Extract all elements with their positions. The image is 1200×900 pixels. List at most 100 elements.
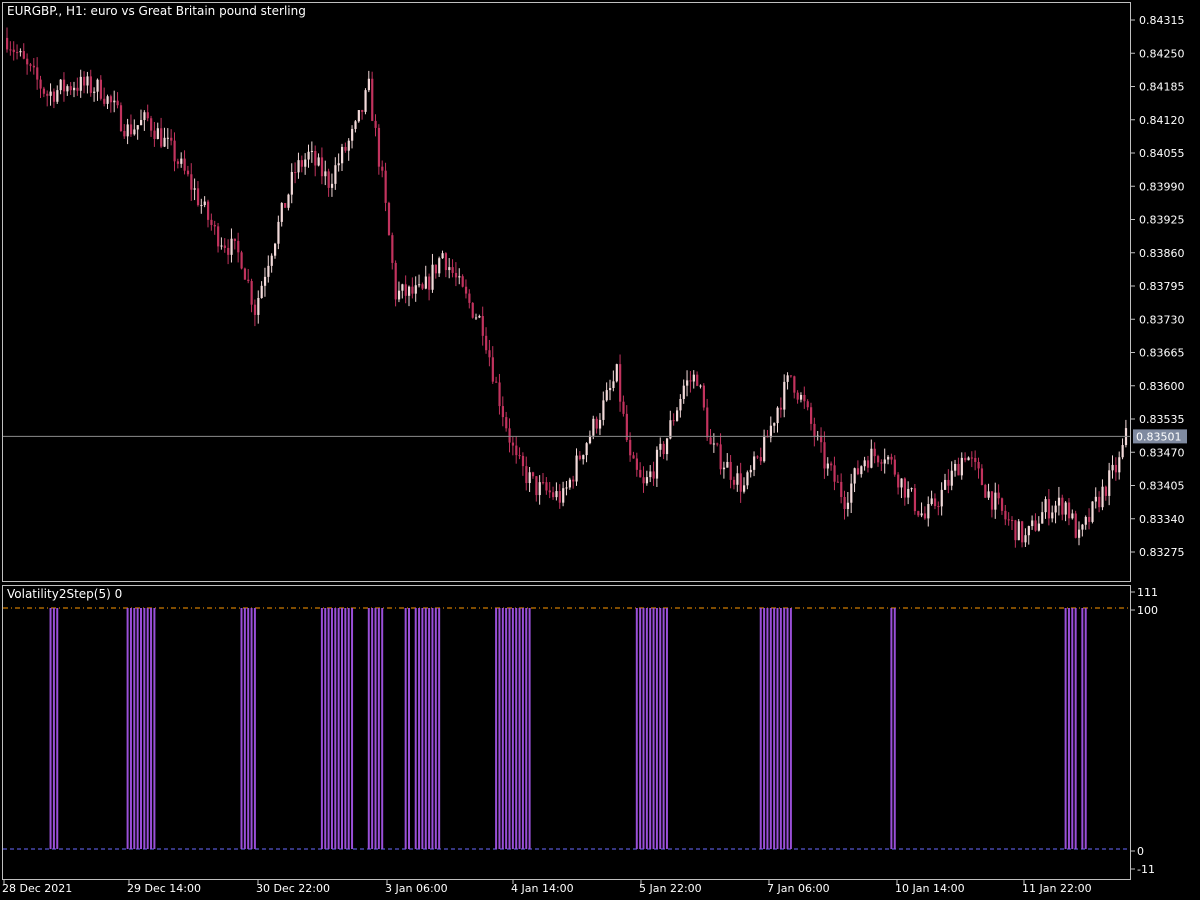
- candle-body: [448, 267, 451, 271]
- candle-body: [1014, 520, 1017, 541]
- candle-body: [595, 418, 598, 429]
- candle-body: [974, 457, 977, 462]
- candle-body: [699, 385, 702, 387]
- candle-body: [853, 468, 856, 484]
- candle-body: [32, 65, 35, 68]
- candle-body: [113, 100, 116, 103]
- candle-body: [1000, 498, 1004, 511]
- time-tick-label: 11 Jan 22:00: [1022, 882, 1092, 895]
- candle-body: [994, 492, 997, 510]
- candle-body: [1121, 445, 1124, 458]
- candle-body: [1088, 516, 1091, 522]
- candle-body: [659, 443, 662, 450]
- candle-body: [1094, 496, 1097, 502]
- candle-body: [870, 448, 873, 468]
- candle-body: [485, 335, 488, 351]
- price-tick-label: 0.83795: [1139, 280, 1185, 293]
- candle-body: [294, 172, 297, 174]
- candle-body: [1007, 519, 1010, 521]
- candle-body: [464, 286, 468, 294]
- candle-body: [602, 400, 605, 420]
- candle-body: [739, 473, 742, 492]
- candle-body: [773, 423, 776, 426]
- candle-body: [960, 457, 963, 476]
- candle-body: [170, 137, 173, 141]
- candle-body: [116, 100, 119, 106]
- candle-body: [223, 245, 226, 248]
- candle-body: [639, 469, 642, 478]
- candle-body: [320, 157, 324, 177]
- candle-body: [846, 502, 850, 510]
- candle-body: [933, 498, 937, 507]
- candle-body: [779, 407, 783, 410]
- candle-body: [129, 124, 133, 135]
- candle-body: [1071, 513, 1074, 519]
- candle-body: [578, 455, 582, 460]
- candle-body: [702, 385, 705, 408]
- candle-body: [441, 253, 444, 259]
- candle-body: [1061, 497, 1064, 515]
- candle-body: [176, 161, 180, 164]
- candle-body: [324, 171, 327, 177]
- indicator-pane[interactable]: Volatility2Step(5) 0: [2, 585, 1131, 880]
- candle-body: [823, 442, 826, 469]
- candle-body: [397, 290, 401, 300]
- candle-body: [76, 87, 79, 91]
- candle-body: [605, 390, 608, 401]
- candle-body: [274, 243, 277, 256]
- candle-body: [645, 477, 649, 484]
- candle-body: [411, 286, 414, 294]
- candle-body: [940, 489, 943, 507]
- candle-body: [632, 455, 635, 459]
- candle-body: [706, 407, 709, 438]
- candle-body: [893, 459, 896, 475]
- candle-body: [984, 484, 987, 498]
- candle-body: [93, 91, 96, 93]
- candle-body: [990, 491, 994, 510]
- candle-body: [347, 140, 350, 151]
- candle-body: [518, 455, 521, 457]
- candle-body: [461, 276, 464, 287]
- candle-body: [843, 497, 846, 510]
- candle-body: [361, 110, 364, 112]
- candle-body: [334, 165, 337, 184]
- candle-body: [833, 465, 836, 482]
- candle-body: [947, 479, 950, 486]
- candle-body: [635, 458, 638, 470]
- candle-body: [424, 276, 427, 289]
- candle-body: [196, 188, 200, 206]
- candle-body: [297, 160, 300, 173]
- candle-body: [950, 470, 953, 486]
- price-tick-label: 0.83925: [1139, 214, 1185, 227]
- chart-title: EURGBP., H1: euro vs Great Britain pound…: [7, 4, 306, 18]
- candle-body: [26, 58, 29, 65]
- candle-body: [257, 298, 260, 315]
- candle-body: [247, 279, 250, 282]
- candle-body: [786, 375, 789, 382]
- candle-body: [39, 79, 42, 89]
- candle-body: [377, 127, 381, 167]
- candle-body: [290, 172, 293, 195]
- price-chart-pane[interactable]: EURGBP., H1: euro vs Great Britain pound…: [2, 2, 1131, 582]
- candle-body: [56, 90, 59, 102]
- time-tick-label: 29 Dec 14:00: [127, 882, 201, 895]
- candle-body: [696, 374, 699, 386]
- candle-body: [830, 463, 833, 466]
- time-tick-label: 7 Jan 06:00: [767, 882, 830, 895]
- candle-body: [796, 392, 799, 400]
- candle-body: [183, 158, 186, 171]
- price-tick-label: 0.83990: [1139, 180, 1185, 193]
- candle-body: [454, 272, 458, 278]
- candle-body: [186, 170, 190, 175]
- candle-body: [897, 474, 900, 488]
- candle-body: [920, 513, 923, 516]
- candle-body: [69, 86, 72, 91]
- candle-body: [163, 137, 166, 147]
- candle-body: [689, 380, 692, 382]
- candle-body: [227, 247, 230, 255]
- volatility-histogram: [3, 607, 1130, 850]
- candle-body: [143, 112, 146, 121]
- candle-body: [907, 488, 910, 498]
- candle-body: [903, 478, 906, 498]
- candle-body: [692, 374, 695, 382]
